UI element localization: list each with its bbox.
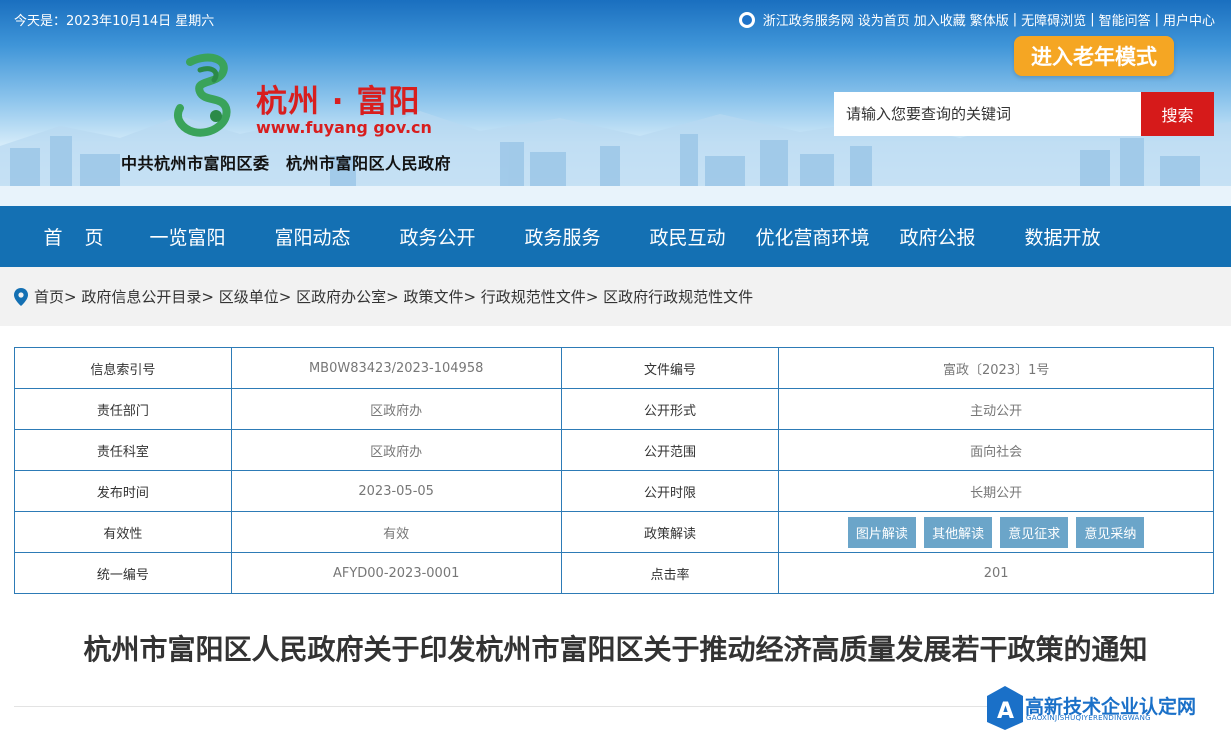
- location-pin-icon: [14, 287, 28, 306]
- tag-opinion-solicitation[interactable]: 意见征求: [1000, 516, 1069, 548]
- search-button[interactable]: 搜索: [1141, 92, 1214, 136]
- info-value: 主动公开: [778, 388, 1214, 430]
- tag-image-interpretation[interactable]: 图片解读: [847, 516, 916, 548]
- svg-text:A: A: [997, 699, 1014, 724]
- info-value: 长期公开: [778, 470, 1214, 512]
- info-label: 公开范围: [560, 429, 780, 471]
- link-set-homepage[interactable]: 设为首页: [858, 10, 910, 29]
- info-label: 责任部门: [14, 388, 232, 430]
- nav-item-interaction[interactable]: 政民互动: [625, 223, 750, 250]
- table-row: 统一编号 AFYD00-2023-0001 点击率 201: [14, 552, 1214, 594]
- link-user-center[interactable]: 用户中心: [1163, 10, 1215, 29]
- document-title: 杭州市富阳区人民政府关于印发杭州市富阳区关于推动经济高质量发展若干政策的通知: [83, 633, 1148, 666]
- info-label: 有效性: [14, 511, 232, 553]
- nav-item-overview[interactable]: 一览富阳: [125, 223, 250, 250]
- zhejiang-gov-icon: [738, 11, 755, 28]
- info-label: 点击率: [560, 552, 780, 594]
- info-label: 公开形式: [560, 388, 780, 430]
- nav-item-gazette[interactable]: 政府公报: [875, 223, 1000, 250]
- breadcrumb-policy-docs[interactable]: 政策文件: [403, 286, 463, 307]
- breadcrumb-info-catalog[interactable]: 政府信息公开目录: [81, 286, 201, 307]
- table-row: 发布时间 2023-05-05 公开时限 长期公开: [14, 470, 1214, 512]
- breadcrumb-gov-office[interactable]: 区政府办公室: [296, 286, 386, 307]
- nav-item-open-data[interactable]: 数据开放: [1000, 223, 1125, 250]
- info-value: 区政府办: [230, 388, 562, 430]
- site-subtitle: 中共杭州市富阳区委 杭州市富阳区人民政府: [121, 154, 452, 173]
- info-label: 责任科室: [14, 429, 232, 471]
- nav-item-home[interactable]: 首 页: [30, 223, 125, 250]
- breadcrumb-district-units[interactable]: 区级单位: [219, 286, 279, 307]
- info-value: 2023-05-05: [230, 470, 562, 512]
- nav-item-business-env[interactable]: 优化营商环境: [750, 223, 875, 250]
- site-header: 今天是：2023年10月14日 星期六 浙江政务服务网 设为首页 加入收藏 繁体…: [0, 0, 1231, 206]
- elder-mode-button[interactable]: 进入老年模式: [1014, 36, 1174, 76]
- info-label: 统一编号: [14, 552, 232, 594]
- info-label: 信息索引号: [14, 347, 232, 389]
- site-url: www.fuyang gov.cn: [256, 118, 432, 137]
- nav-item-gov-services[interactable]: 政务服务: [500, 223, 625, 250]
- main-nav: 首 页 一览富阳 富阳动态 政务公开 政务服务 政民互动 优化营商环境 政府公报…: [0, 206, 1231, 267]
- info-value: 富政〔2023〕1号: [778, 347, 1214, 389]
- breadcrumb-normative-docs[interactable]: 行政规范性文件: [481, 286, 586, 307]
- info-value: 有效: [230, 511, 562, 553]
- search-box: 搜索: [834, 92, 1214, 136]
- watermark-subtext: GAOXINJISHUQIYERENDINGWANG: [1026, 714, 1151, 722]
- info-value: MB0W83423/2023-104958: [230, 347, 562, 389]
- table-row: 有效性 有效 政策解读 图片解读 其他解读 意见征求 意见采纳: [14, 511, 1214, 553]
- policy-tags: 图片解读 其他解读 意见征求 意见采纳: [778, 511, 1214, 553]
- current-date: 今天是：2023年10月14日 星期六: [14, 14, 215, 29]
- link-accessibility[interactable]: 无障碍浏览: [1021, 10, 1086, 29]
- breadcrumb-home[interactable]: 首页: [34, 286, 64, 307]
- top-bar: 今天是：2023年10月14日 星期六 浙江政务服务网 设为首页 加入收藏 繁体…: [0, 0, 1231, 34]
- info-label: 文件编号: [560, 347, 780, 389]
- info-value: 区政府办: [230, 429, 562, 471]
- tag-opinion-adoption[interactable]: 意见采纳: [1076, 516, 1145, 548]
- link-smart-qa[interactable]: 智能问答: [1099, 10, 1151, 29]
- info-label: 政策解读: [560, 511, 780, 553]
- top-links: 浙江政务服务网 设为首页 加入收藏 繁体版 | 无障碍浏览 | 智能问答 | 用…: [738, 10, 1215, 29]
- fuyang-logo[interactable]: [160, 52, 252, 144]
- info-value: 面向社会: [778, 429, 1214, 471]
- nav-item-news[interactable]: 富阳动态: [250, 223, 375, 250]
- link-add-favorite[interactable]: 加入收藏: [914, 10, 966, 29]
- search-input[interactable]: [834, 92, 1141, 136]
- breadcrumb: 首页 > 政府信息公开目录 > 区级单位 > 区政府办公室 > 政策文件 > 行政规范性文…: [0, 267, 1231, 326]
- link-zhejiang-gov[interactable]: 浙江政务服务网: [763, 10, 854, 29]
- info-value: 201: [778, 552, 1214, 594]
- breadcrumb-district-normative-docs[interactable]: 区政府行政规范性文件: [603, 286, 753, 307]
- site-name: 杭州 · 富阳: [256, 84, 421, 120]
- table-row: 责任科室 区政府办 公开范围 面向社会: [14, 429, 1214, 471]
- title-divider: [14, 706, 1004, 707]
- info-label: 公开时限: [560, 470, 780, 512]
- tag-other-interpretation[interactable]: 其他解读: [924, 516, 993, 548]
- table-row: 信息索引号 MB0W83423/2023-104958 文件编号 富政〔2023…: [14, 347, 1214, 389]
- info-label: 发布时间: [14, 470, 232, 512]
- document-info-table: 信息索引号 MB0W83423/2023-104958 文件编号 富政〔2023…: [14, 347, 1214, 594]
- table-row: 责任部门 区政府办 公开形式 主动公开: [14, 388, 1214, 430]
- nav-item-gov-affairs[interactable]: 政务公开: [375, 223, 500, 250]
- info-value: AFYD00-2023-0001: [230, 552, 562, 594]
- link-traditional-chinese[interactable]: 繁体版: [970, 10, 1009, 29]
